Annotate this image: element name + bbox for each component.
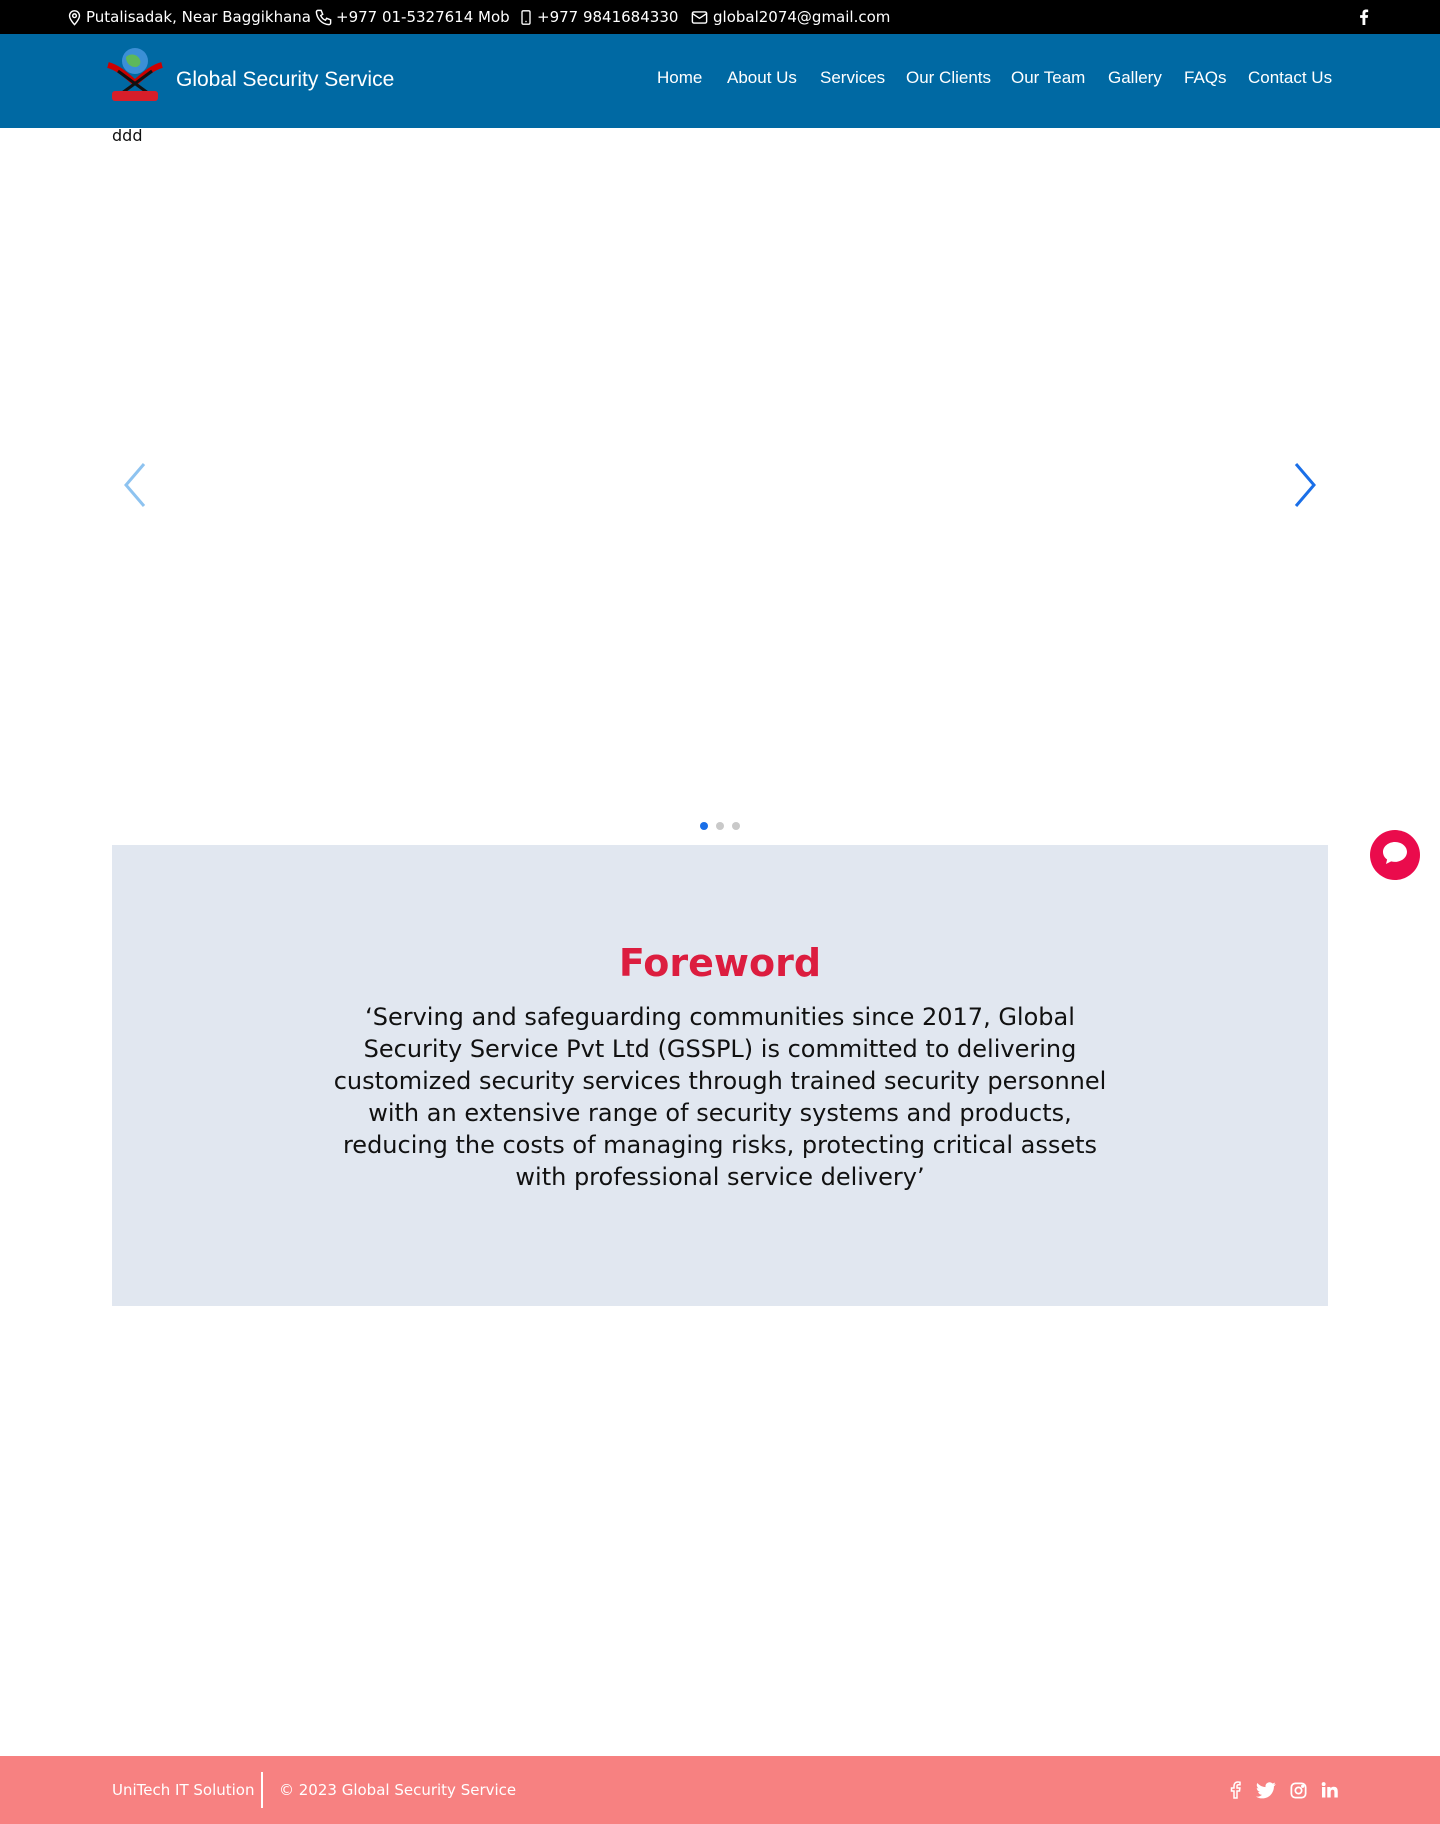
carousel-indicators	[700, 822, 740, 830]
linkedin-icon[interactable]	[1319, 1780, 1339, 1800]
mobile-item[interactable]: +977 9841684330	[518, 0, 678, 34]
phone-item[interactable]: +977 01-5327614 Mob	[314, 0, 510, 34]
nav-contact-us[interactable]: Contact Us	[1248, 68, 1332, 88]
site-footer: UniTech IT Solution © 2023 Global Securi…	[0, 1756, 1440, 1824]
phone-text[interactable]: +977 01-5327614 Mob	[336, 8, 510, 26]
nav-faqs[interactable]: FAQs	[1184, 68, 1227, 88]
top-contact-bar: Putalisadak, Near Baggikhana +977 01-532…	[0, 0, 1440, 34]
mobile-phone-icon	[518, 8, 534, 27]
location-pin-icon	[66, 9, 83, 26]
facebook-icon[interactable]	[1355, 8, 1373, 26]
footer-divider	[261, 1772, 263, 1808]
nav-our-clients[interactable]: Our Clients	[906, 68, 991, 88]
hero-carousel	[112, 128, 1328, 844]
foreword-text: ‘Serving and safeguarding communities si…	[333, 1003, 1107, 1191]
envelope-icon	[689, 8, 710, 27]
footer-copyright: © 2023 Global Security Service	[279, 1781, 517, 1799]
foreword-title: Foreword	[618, 941, 822, 985]
site-header: Global Security Service Home About Us Se…	[0, 34, 1440, 128]
nav-our-team[interactable]: Our Team	[1011, 68, 1085, 88]
phone-icon	[314, 8, 333, 27]
foreword-section: Foreword ‘Serving and safeguarding commu…	[112, 845, 1328, 1306]
nav-about-us[interactable]: About Us	[727, 68, 797, 88]
carousel-next-arrow-icon[interactable]	[1290, 460, 1320, 510]
chat-bubble-icon	[1381, 840, 1409, 870]
address-item: Putalisadak, Near Baggikhana	[66, 0, 311, 34]
facebook-icon[interactable]	[1225, 1780, 1245, 1800]
carousel-dot-2[interactable]	[716, 822, 724, 830]
carousel-dot-3[interactable]	[732, 822, 740, 830]
email-item[interactable]: global2074@gmail.com	[689, 0, 890, 34]
nav-home[interactable]: Home	[657, 68, 702, 88]
email-text[interactable]: global2074@gmail.com	[713, 8, 890, 26]
nav-gallery[interactable]: Gallery	[1108, 68, 1162, 88]
carousel-image-alt: ddd	[112, 126, 143, 145]
instagram-icon[interactable]	[1288, 1780, 1308, 1800]
chat-button[interactable]	[1370, 830, 1420, 880]
mobile-text[interactable]: +977 9841684330	[537, 8, 678, 26]
footer-company-link[interactable]: UniTech IT Solution	[112, 1781, 254, 1799]
twitter-icon[interactable]	[1256, 1780, 1276, 1800]
carousel-prev-arrow-icon[interactable]	[120, 460, 150, 510]
main-nav: Home About Us Services Our Clients Our T…	[0, 68, 1440, 92]
address-text: Putalisadak, Near Baggikhana	[86, 8, 311, 26]
nav-services[interactable]: Services	[820, 68, 885, 88]
carousel-dot-1[interactable]	[700, 822, 708, 830]
